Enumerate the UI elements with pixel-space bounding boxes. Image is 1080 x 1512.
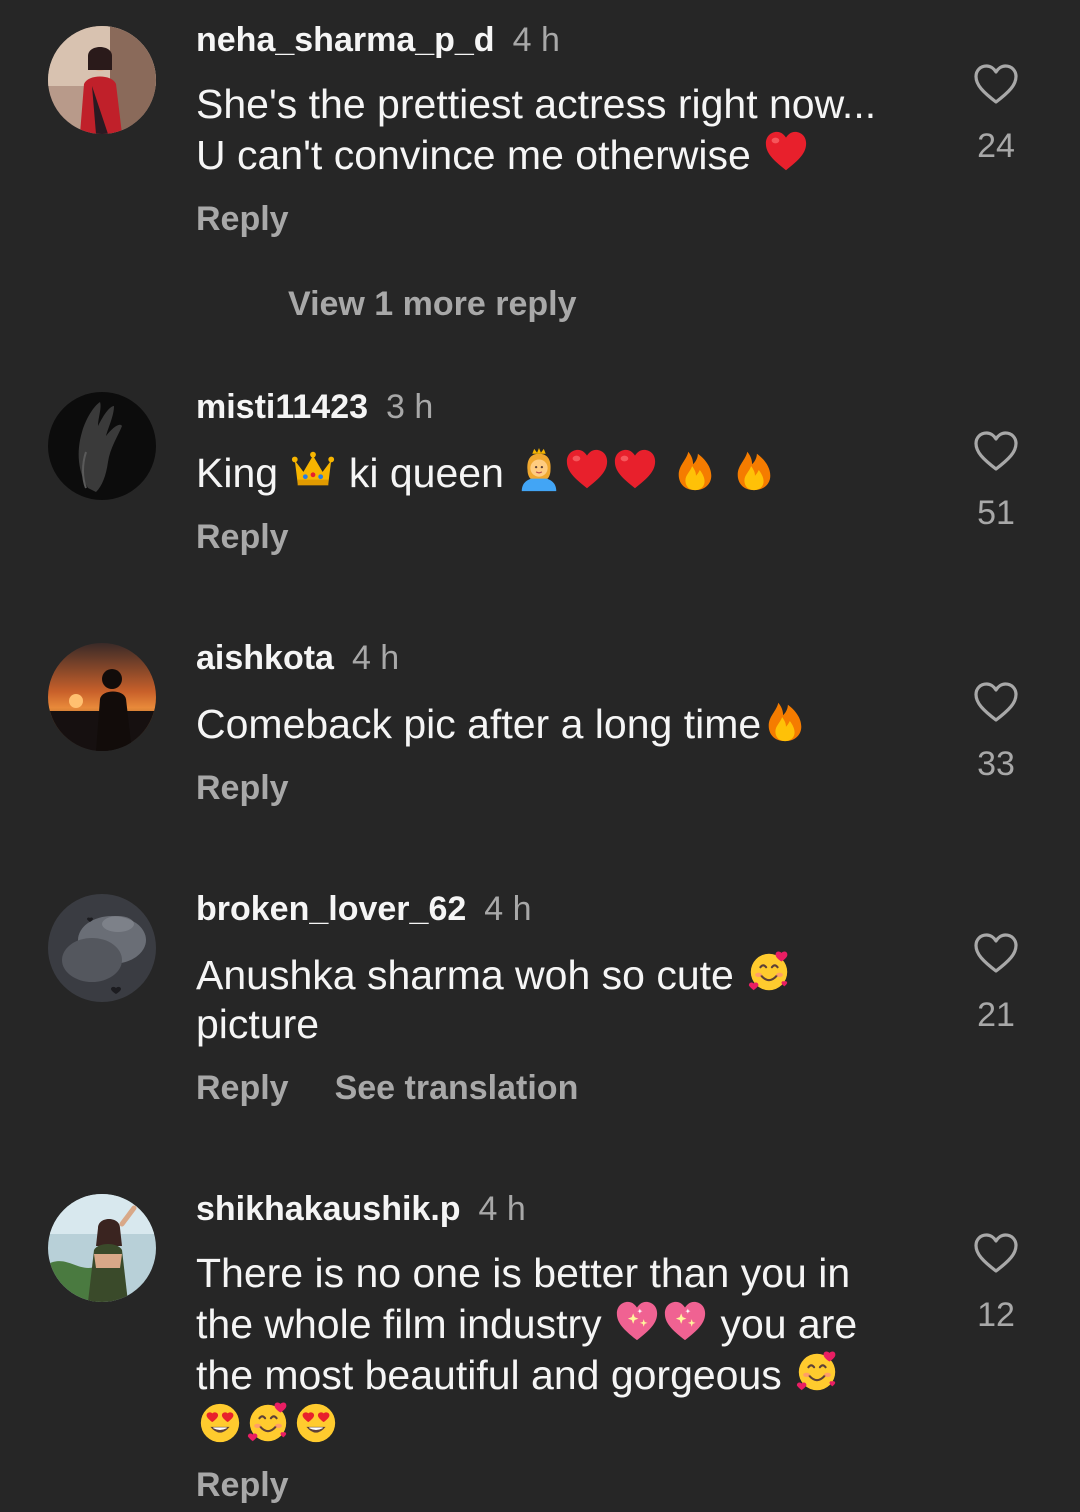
sparkling-heart-emoji [662, 1298, 708, 1344]
reply-button[interactable]: Reply [196, 1069, 289, 1107]
comment-text: King ki queen [196, 447, 896, 498]
comment-text: She's the prettiest actress right now...… [196, 81, 877, 178]
like-heart-icon[interactable] [972, 1231, 1020, 1275]
reply-button[interactable]: Reply [196, 518, 289, 556]
avatar[interactable] [48, 1194, 156, 1302]
heart-eyes-emoji [197, 1400, 243, 1446]
smiling-face-with-hearts-emoji [746, 949, 792, 995]
comment-text: Comeback pic after a long time [196, 698, 896, 749]
like-heart-icon[interactable] [972, 931, 1020, 975]
timestamp: 4 h [512, 21, 560, 59]
username[interactable]: aishkota [196, 639, 334, 677]
username[interactable]: misti11423 [196, 388, 368, 426]
sparkling-heart-emoji [614, 1298, 660, 1344]
reply-button[interactable]: Reply [196, 769, 289, 807]
red-heart-emoji [612, 447, 658, 493]
avatar[interactable] [48, 392, 156, 500]
timestamp: 4 h [478, 1190, 526, 1228]
like-heart-icon[interactable] [972, 62, 1020, 106]
reply-button[interactable]: Reply [196, 200, 289, 238]
princess-emoji [516, 447, 562, 493]
fire-emoji [672, 447, 718, 493]
avatar[interactable] [48, 26, 156, 134]
fire-emoji [762, 698, 808, 744]
like-count: 33 [977, 745, 1015, 783]
fire-emoji [731, 447, 777, 493]
username[interactable]: neha_sharma_p_d [196, 21, 495, 59]
like-heart-icon[interactable] [972, 429, 1020, 473]
smiling-face-with-hearts-emoji [794, 1349, 840, 1395]
like-heart-icon[interactable] [972, 680, 1020, 724]
heart-eyes-emoji [293, 1400, 339, 1446]
avatar[interactable] [48, 894, 156, 1002]
smiling-face-with-hearts-emoji [245, 1400, 291, 1446]
username[interactable]: shikhakaushik.p [196, 1190, 461, 1228]
like-count: 12 [977, 1296, 1015, 1334]
like-count: 24 [977, 127, 1015, 165]
like-count: 51 [977, 494, 1015, 532]
crown-emoji [290, 447, 336, 493]
see-translation-button[interactable]: See translation [335, 1069, 579, 1107]
username[interactable]: broken_lover_62 [196, 890, 466, 928]
view-more-replies-button[interactable]: View 1 more reply [288, 284, 577, 324]
comment-text: Anushka sharma woh so cute picture [196, 949, 896, 1049]
reply-button[interactable]: Reply [196, 1466, 289, 1504]
avatar[interactable] [48, 643, 156, 751]
red-heart-emoji [564, 447, 610, 493]
timestamp: 3 h [386, 388, 434, 426]
comment-text: There is no one is better than you in th… [196, 1249, 896, 1451]
timestamp: 4 h [484, 890, 532, 928]
timestamp: 4 h [351, 639, 400, 677]
like-count: 21 [977, 996, 1015, 1034]
red-heart-emoji [763, 129, 809, 175]
